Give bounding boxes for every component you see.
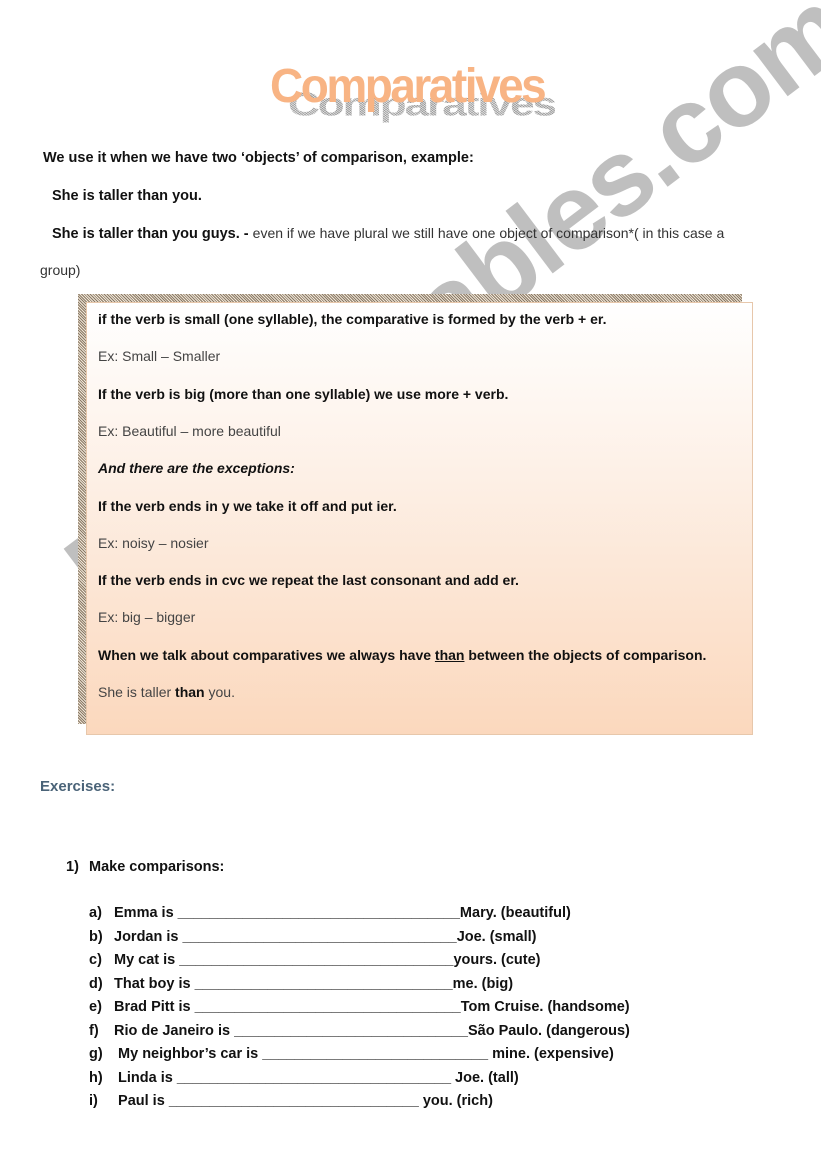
rule-3: If the verb ends in y we take it off and… — [98, 498, 397, 514]
item-start: Brad Pitt is — [114, 999, 195, 1015]
rules-box: if the verb is small (one syllable), the… — [86, 302, 753, 735]
rule-1: if the verb is small (one syllable), the… — [98, 311, 607, 327]
example-middle: is taller than — [78, 226, 173, 242]
exercise-item: e) Brad Pitt is _________________________… — [89, 999, 630, 1015]
rule-5-example-post: you. — [204, 684, 235, 700]
item-end: Mary. (beautiful) — [459, 905, 571, 921]
exercise-item: h) Linda is ____________________________… — [89, 1070, 519, 1086]
item-end: São Paulo. (dangerous) — [467, 1022, 630, 1039]
rule-2-example: Ex: Beautiful – more beautiful — [98, 423, 281, 439]
rule-5-example: She is taller than you. — [98, 684, 235, 700]
item-letter: b) — [89, 928, 103, 945]
example-middle: is taller than — [78, 188, 173, 204]
item-blank[interactable]: ____________________________ — [262, 1046, 488, 1062]
example-dash: - — [239, 226, 253, 242]
item-blank[interactable]: _________________________________ — [195, 999, 461, 1015]
item-blank[interactable]: __________________________________ — [183, 929, 457, 945]
exercise-item: b) Jordan is ____________________________… — [89, 929, 536, 945]
item-letter: e) — [89, 999, 102, 1015]
item-blank[interactable]: __________________________________ — [179, 952, 453, 968]
task-number: 1) — [66, 859, 79, 875]
exceptions-heading: And there are the exceptions: — [98, 460, 295, 476]
example-sentence-1: She is taller than you. — [46, 179, 204, 213]
rule-5-example-than: than — [175, 684, 205, 700]
item-letter: i) — [89, 1093, 98, 1109]
item-start: Paul is — [114, 1093, 169, 1109]
item-letter: f) — [89, 1022, 99, 1039]
exercise-item: a) Emma is ______________________________… — [89, 905, 571, 921]
rule-4-example: Ex: big – bigger — [98, 609, 196, 625]
object-highlight: you guys — [166, 217, 242, 251]
item-end: Tom Cruise. (handsome) — [460, 999, 630, 1015]
item-start: My neighbor’s car is — [114, 1046, 263, 1062]
rule-5-pre: When we talk about comparatives we alway… — [98, 647, 435, 663]
rule-2: If the verb is big (more than one syllab… — [98, 386, 509, 402]
rule-3-example: Ex: noisy – nosier — [98, 535, 209, 551]
item-start: My cat is — [114, 952, 180, 968]
exercises-heading: Exercises: — [40, 778, 116, 795]
item-letter: g) — [89, 1046, 103, 1062]
item-blank[interactable]: ___________________________________ — [178, 905, 460, 921]
task-1: 1) Make comparisons: — [66, 859, 224, 875]
title: Comparatives Comparatives — [268, 58, 568, 138]
item-letter: c) — [89, 952, 102, 968]
item-blank[interactable]: ________________________________ — [195, 976, 453, 992]
item-end: yours. (cute) — [453, 952, 541, 968]
item-start: Rio de Janeiro is — [114, 1022, 235, 1039]
item-end: Joe. (tall) — [451, 1069, 519, 1086]
item-letter: h) — [89, 1069, 103, 1086]
item-start: That boy is — [114, 975, 195, 992]
example-sentence-2: She is taller than you guys. - even if w… — [46, 217, 725, 251]
item-letter: d) — [89, 975, 103, 992]
item-end: mine. (expensive) — [488, 1046, 614, 1062]
exercise-item: i) Paul is _____________________________… — [89, 1093, 493, 1109]
example-note: even if we have plural we still have one… — [252, 225, 725, 241]
item-end: me. (big) — [452, 975, 514, 992]
item-end: you. (rich) — [418, 1093, 493, 1109]
item-end: Joe. (small) — [456, 928, 537, 945]
exercise-item: d) That boy is __________________________… — [89, 976, 513, 992]
object-highlight: you — [166, 179, 204, 213]
item-start: Jordan is — [114, 928, 183, 945]
example-end: . — [197, 188, 202, 204]
subject-highlight: She — [46, 179, 85, 213]
item-blank[interactable]: __________________________________ — [177, 1070, 451, 1086]
rule-4: If the verb ends in cvc we repeat the la… — [98, 572, 519, 588]
page-title: Comparatives — [270, 57, 547, 113]
exercise-item: f) Rio de Janeiro is ____________________… — [89, 1023, 630, 1039]
intro-text: We use it when we have two ‘objects’ of … — [43, 150, 474, 166]
item-start: Emma is — [114, 905, 178, 921]
exercise-item: c) My cat is ____________________________… — [89, 952, 540, 968]
item-blank[interactable]: _____________________________ — [234, 1023, 468, 1039]
item-blank[interactable]: _______________________________ — [169, 1093, 419, 1109]
item-letter: a) — [89, 905, 102, 921]
rule-1-example: Ex: Small – Smaller — [98, 348, 221, 364]
item-start: Linda is — [114, 1069, 177, 1086]
task-label: Make comparisons: — [89, 859, 225, 875]
subject-highlight: She — [46, 217, 85, 251]
rule-5-post: between the objects of comparison. — [464, 647, 707, 663]
rule-5: When we talk about comparatives we alway… — [98, 647, 706, 663]
example-note-continuation: group) — [40, 262, 81, 278]
rule-5-example-pre: She is taller — [98, 684, 176, 700]
rule-5-than: than — [434, 647, 465, 663]
exercise-item: g) My neighbor’s car is ________________… — [89, 1046, 614, 1062]
